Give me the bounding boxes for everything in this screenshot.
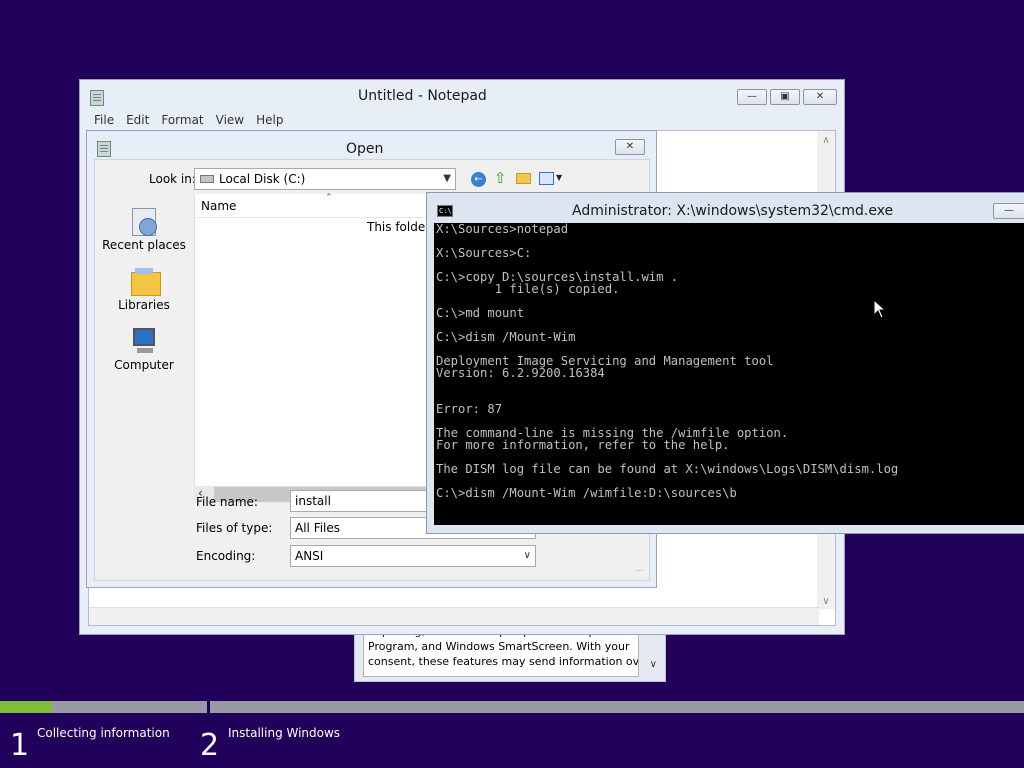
progress-step-2 xyxy=(210,701,1024,713)
encoding-select[interactable]: ANSI ∨ xyxy=(290,545,536,567)
notepad-title: Untitled - Notepad xyxy=(358,88,487,104)
resize-grip-icon[interactable]: ⋯ xyxy=(635,566,643,575)
console-output[interactable]: X:\Sources>notepad X:\Sources>C: C:\>cop… xyxy=(434,223,1024,525)
place-label: Computer xyxy=(114,358,174,372)
look-in-value: Local Disk (C:) xyxy=(219,172,306,186)
place-libraries[interactable]: Libraries xyxy=(99,266,189,312)
progress-step-1 xyxy=(0,701,207,713)
cmd-title: Administrator: X:\windows\system32\cmd.e… xyxy=(572,203,894,219)
files-of-type-label: Files of type: xyxy=(196,521,273,535)
view-menu-icon[interactable] xyxy=(539,172,554,185)
setup-progress-bar xyxy=(0,701,1024,713)
scroll-down-icon[interactable]: ∨ xyxy=(650,659,657,670)
column-name-label: Name xyxy=(201,199,237,213)
files-of-type-value: All Files xyxy=(295,521,341,535)
minimize-button[interactable]: — xyxy=(993,203,1024,219)
minimize-button[interactable]: — xyxy=(737,89,767,105)
mouse-cursor-icon xyxy=(873,299,887,319)
step-label: Collecting information xyxy=(37,726,170,740)
scroll-down-icon[interactable]: ∨ xyxy=(817,596,835,607)
license-line: consent, these features may send informa… xyxy=(368,655,639,668)
step-number: 2 xyxy=(200,728,220,763)
encoding-value: ANSI xyxy=(295,549,324,563)
open-dialog-title: Open xyxy=(346,141,384,157)
look-in-label: Look in: xyxy=(149,172,196,186)
chevron-down-icon: ▼ xyxy=(443,173,451,184)
place-recent[interactable]: Recent places xyxy=(99,206,189,252)
progress-fill xyxy=(0,701,52,713)
step-number: 1 xyxy=(10,728,30,763)
cmd-window: C:\ Administrator: X:\windows\system32\c… xyxy=(426,192,1024,534)
step-label: Installing Windows xyxy=(228,726,341,740)
chevron-down-icon: ∨ xyxy=(523,550,531,561)
back-icon[interactable]: ← xyxy=(471,172,486,187)
menu-edit[interactable]: Edit xyxy=(120,112,155,130)
encoding-label: Encoding: xyxy=(196,549,256,563)
close-button[interactable]: ✕ xyxy=(803,89,837,105)
new-folder-icon[interactable] xyxy=(516,173,531,184)
sort-ascending-icon: ⌃ xyxy=(325,193,333,203)
file-name-value: install xyxy=(295,494,331,508)
place-computer[interactable]: Computer xyxy=(99,326,189,372)
menu-help[interactable]: Help xyxy=(250,112,289,130)
license-line: Program, and Windows SmartScreen. With y… xyxy=(368,640,630,653)
file-name-label: File name: xyxy=(196,495,258,509)
up-folder-icon[interactable]: ⇧ xyxy=(494,169,507,187)
drive-icon xyxy=(200,175,214,183)
menu-file[interactable]: File xyxy=(88,112,120,130)
notepad-icon xyxy=(90,90,104,106)
libraries-icon xyxy=(129,266,161,296)
place-label: Recent places xyxy=(102,238,186,252)
console-text: X:\Sources>notepad X:\Sources>C: C:\>cop… xyxy=(436,223,899,500)
place-label: Libraries xyxy=(118,298,170,312)
computer-icon xyxy=(129,326,159,356)
chevron-down-icon[interactable]: ▼ xyxy=(556,173,562,182)
menu-format[interactable]: Format xyxy=(155,112,209,130)
recent-places-icon xyxy=(129,206,159,236)
horizontal-scrollbar[interactable] xyxy=(89,607,819,625)
menu-view[interactable]: View xyxy=(210,112,250,130)
scroll-up-icon[interactable]: ∧ xyxy=(817,135,835,146)
maximize-button[interactable]: ▣ xyxy=(770,89,800,105)
close-button[interactable]: ✕ xyxy=(615,139,645,155)
notepad-icon xyxy=(97,141,111,157)
cmd-icon: C:\ xyxy=(437,205,453,217)
notepad-menubar: File Edit Format View Help xyxy=(88,112,289,130)
